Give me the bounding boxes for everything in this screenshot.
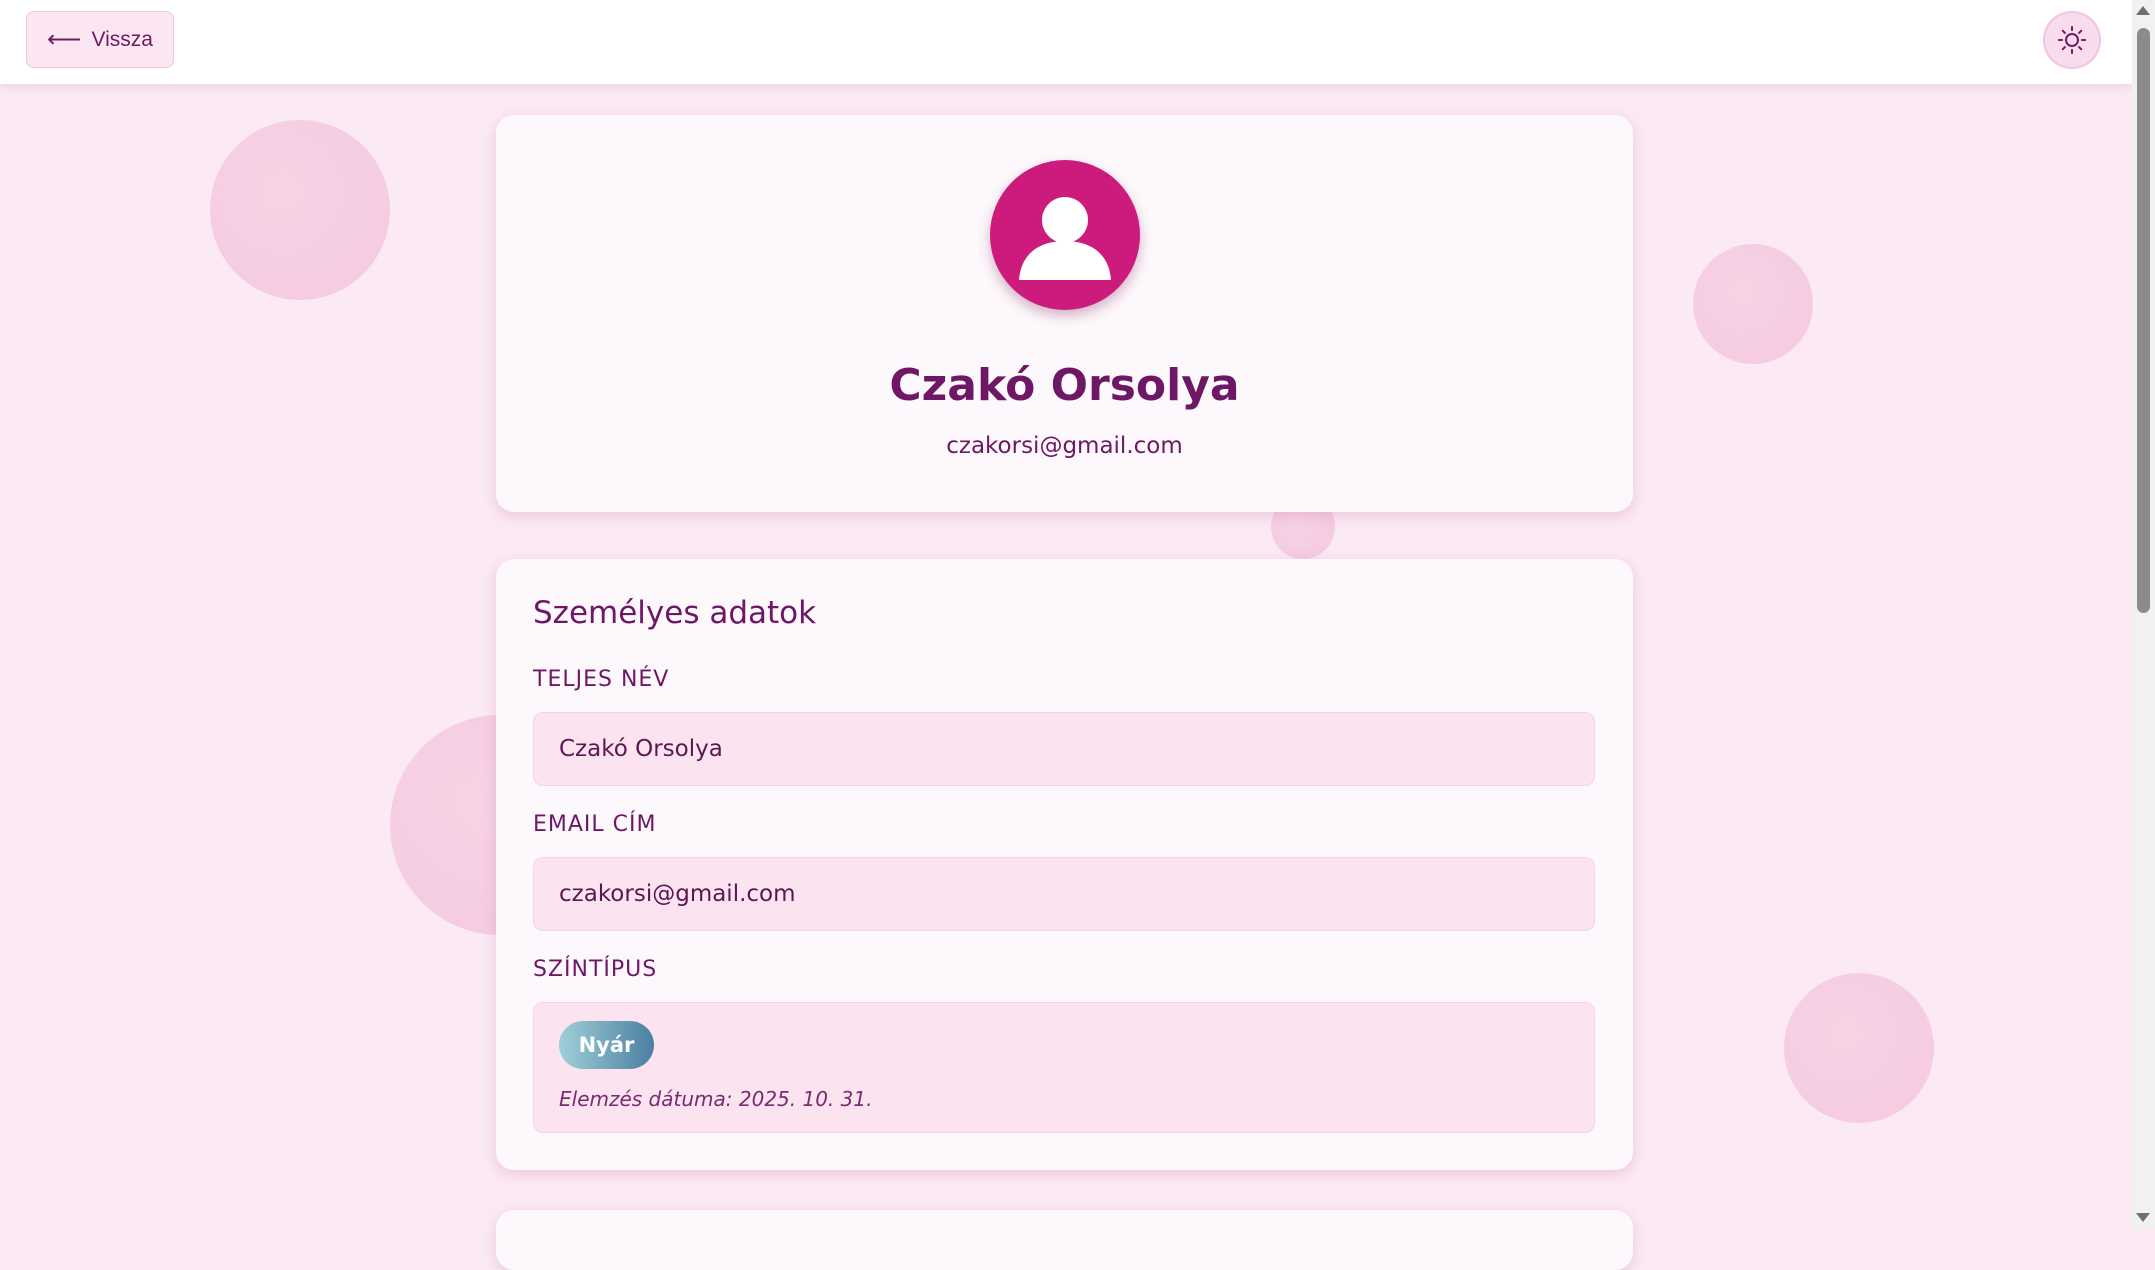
user-avatar-icon (990, 160, 1140, 310)
email-field: czakorsi@gmail.com (533, 857, 1595, 931)
scrollbar[interactable] (2132, 0, 2155, 1229)
fullname-field: Czakó Orsolya (533, 712, 1595, 786)
profile-name: Czakó Orsolya (889, 360, 1240, 411)
sun-icon (2058, 26, 2086, 54)
top-bar: ⟵ Vissza (0, 0, 2132, 84)
colortype-label: SZÍNTÍPUS (533, 957, 658, 982)
back-arrow-icon: ⟵ (47, 26, 82, 53)
analysis-date: Elemzés dátuma: 2025. 10. 31. (559, 1087, 873, 1111)
fullname-value: Czakó Orsolya (559, 736, 723, 762)
scroll-down-arrow-icon[interactable] (2136, 1213, 2150, 1222)
email-value: czakorsi@gmail.com (559, 881, 796, 907)
theme-toggle-button[interactable] (2043, 11, 2101, 69)
decor-bubble (210, 120, 390, 300)
decor-bubble (1693, 244, 1813, 364)
back-button-label: Vissza (91, 27, 153, 51)
colortype-box: Nyár Elemzés dátuma: 2025. 10. 31. (533, 1002, 1595, 1133)
section-title: Személyes adatok (533, 595, 817, 631)
decor-bubble (1784, 973, 1934, 1123)
next-card (496, 1210, 1633, 1270)
back-button[interactable]: ⟵ Vissza (26, 11, 174, 68)
season-badge: Nyár (559, 1021, 654, 1069)
email-label: EMAIL CÍM (533, 812, 657, 837)
personal-data-card: Személyes adatok TELJES NÉV Czakó Orsoly… (496, 559, 1633, 1170)
fullname-label: TELJES NÉV (533, 667, 670, 692)
scroll-thumb[interactable] (2137, 28, 2150, 613)
profile-card: Czakó Orsolya czakorsi@gmail.com (496, 115, 1633, 512)
profile-email: czakorsi@gmail.com (946, 433, 1183, 459)
scroll-up-arrow-icon[interactable] (2136, 6, 2150, 15)
